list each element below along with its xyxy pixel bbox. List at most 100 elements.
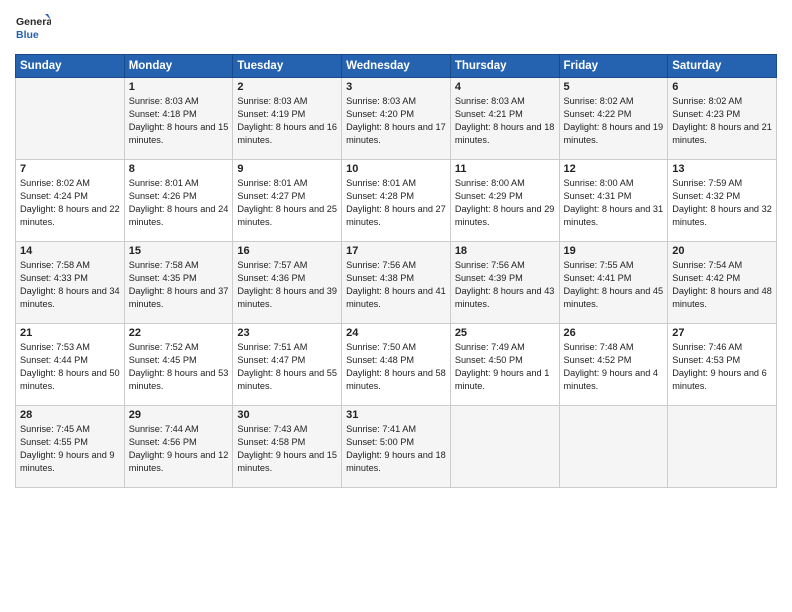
day-number: 28: [20, 409, 120, 421]
day-number: 10: [346, 163, 446, 175]
cell-info: Sunrise: 7:43 AMSunset: 4:58 PMDaylight:…: [237, 423, 337, 475]
svg-text:General: General: [16, 16, 51, 28]
calendar-cell: 12 Sunrise: 8:00 AMSunset: 4:31 PMDayligh…: [559, 160, 668, 242]
calendar-cell: 4 Sunrise: 8:03 AMSunset: 4:21 PMDaylight…: [450, 78, 559, 160]
calendar-cell: 28 Sunrise: 7:45 AMSunset: 4:55 PMDayligh…: [16, 406, 125, 488]
calendar-cell: 1Sunrise: 8:03 AMSunset: 4:18 PMDaylight…: [124, 78, 233, 160]
day-number: 30: [237, 409, 337, 421]
header-cell-sunday: Sunday: [16, 55, 125, 78]
day-number: 18: [455, 245, 555, 257]
day-number: 7: [20, 163, 120, 175]
cell-info: Sunrise: 7:57 AMSunset: 4:36 PMDaylight:…: [237, 259, 337, 311]
calendar-table: SundayMondayTuesdayWednesdayThursdayFrid…: [15, 54, 777, 488]
day-number: 25: [455, 327, 555, 339]
cell-info: Sunrise: 8:01 AMSunset: 4:27 PMDaylight:…: [237, 177, 337, 229]
cell-info: Sunrise: 7:49 AMSunset: 4:50 PMDaylight:…: [455, 341, 555, 393]
logo-svg: General Blue: [15, 10, 51, 46]
cell-info: Sunrise: 7:56 AMSunset: 4:38 PMDaylight:…: [346, 259, 446, 311]
calendar-cell: 8Sunrise: 8:01 AMSunset: 4:26 PMDaylight…: [124, 160, 233, 242]
header-cell-saturday: Saturday: [668, 55, 777, 78]
day-number: 17: [346, 245, 446, 257]
cell-info: Sunrise: 7:59 AMSunset: 4:32 PMDaylight:…: [672, 177, 772, 229]
day-number: 8: [129, 163, 229, 175]
day-number: 23: [237, 327, 337, 339]
week-row-2: 7 Sunrise: 8:02 AMSunset: 4:24 PMDaylight…: [16, 160, 777, 242]
calendar-cell: 29Sunrise: 7:44 AMSunset: 4:56 PMDayligh…: [124, 406, 233, 488]
cell-info: Sunrise: 8:03 AMSunset: 4:18 PMDaylight:…: [129, 95, 229, 147]
calendar-cell: 17 Sunrise: 7:56 AMSunset: 4:38 PMDayligh…: [342, 242, 451, 324]
day-number: 9: [237, 163, 337, 175]
calendar-cell: 6 Sunrise: 8:02 AMSunset: 4:23 PMDaylight…: [668, 78, 777, 160]
day-number: 6: [672, 81, 772, 93]
svg-text:Blue: Blue: [16, 29, 39, 41]
day-number: 14: [20, 245, 120, 257]
day-number: 24: [346, 327, 446, 339]
cell-info: Sunrise: 8:00 AMSunset: 4:31 PMDaylight:…: [564, 177, 664, 229]
calendar-cell: 15Sunrise: 7:58 AMSunset: 4:35 PMDayligh…: [124, 242, 233, 324]
calendar-cell: [668, 406, 777, 488]
header-cell-friday: Friday: [559, 55, 668, 78]
calendar-cell: 3Sunrise: 8:03 AMSunset: 4:20 PMDaylight…: [342, 78, 451, 160]
cell-info: Sunrise: 7:54 AMSunset: 4:42 PMDaylight:…: [672, 259, 772, 311]
cell-info: Sunrise: 8:02 AMSunset: 4:23 PMDaylight:…: [672, 95, 772, 147]
calendar-cell: 26Sunrise: 7:48 AMSunset: 4:52 PMDayligh…: [559, 324, 668, 406]
cell-info: Sunrise: 7:41 AMSunset: 5:00 PMDaylight:…: [346, 423, 446, 475]
calendar-cell: [559, 406, 668, 488]
calendar-cell: 5 Sunrise: 8:02 AMSunset: 4:22 PMDaylight…: [559, 78, 668, 160]
calendar-cell: 2Sunrise: 8:03 AMSunset: 4:19 PMDaylight…: [233, 78, 342, 160]
cell-info: Sunrise: 7:50 AMSunset: 4:48 PMDaylight:…: [346, 341, 446, 393]
day-number: 11: [455, 163, 555, 175]
cell-info: Sunrise: 7:51 AMSunset: 4:47 PMDaylight:…: [237, 341, 337, 393]
day-number: 20: [672, 245, 772, 257]
calendar-cell: 22Sunrise: 7:52 AMSunset: 4:45 PMDayligh…: [124, 324, 233, 406]
header-cell-thursday: Thursday: [450, 55, 559, 78]
calendar-cell: 21Sunrise: 7:53 AMSunset: 4:44 PMDayligh…: [16, 324, 125, 406]
day-number: 19: [564, 245, 664, 257]
calendar-cell: 14 Sunrise: 7:58 AMSunset: 4:33 PMDayligh…: [16, 242, 125, 324]
week-row-4: 21Sunrise: 7:53 AMSunset: 4:44 PMDayligh…: [16, 324, 777, 406]
calendar-cell: 7 Sunrise: 8:02 AMSunset: 4:24 PMDaylight…: [16, 160, 125, 242]
calendar-cell: 19 Sunrise: 7:55 AMSunset: 4:41 PMDayligh…: [559, 242, 668, 324]
calendar-cell: 23 Sunrise: 7:51 AMSunset: 4:47 PMDayligh…: [233, 324, 342, 406]
day-number: 31: [346, 409, 446, 421]
day-number: 29: [129, 409, 229, 421]
header: General Blue: [15, 10, 777, 46]
day-number: 5: [564, 81, 664, 93]
header-cell-wednesday: Wednesday: [342, 55, 451, 78]
calendar-cell: 31 Sunrise: 7:41 AMSunset: 5:00 PMDayligh…: [342, 406, 451, 488]
cell-info: Sunrise: 7:48 AMSunset: 4:52 PMDaylight:…: [564, 341, 664, 393]
cell-info: Sunrise: 7:55 AMSunset: 4:41 PMDaylight:…: [564, 259, 664, 311]
calendar-cell: [16, 78, 125, 160]
day-number: 13: [672, 163, 772, 175]
day-number: 4: [455, 81, 555, 93]
logo: General Blue: [15, 10, 51, 46]
calendar-cell: 27Sunrise: 7:46 AMSunset: 4:53 PMDayligh…: [668, 324, 777, 406]
calendar-cell: 18 Sunrise: 7:56 AMSunset: 4:39 PMDayligh…: [450, 242, 559, 324]
calendar-cell: 20 Sunrise: 7:54 AMSunset: 4:42 PMDayligh…: [668, 242, 777, 324]
page-container: General Blue SundayMondayTuesdayWednesda…: [0, 0, 792, 498]
calendar-body: 1Sunrise: 8:03 AMSunset: 4:18 PMDaylight…: [16, 78, 777, 488]
cell-info: Sunrise: 7:56 AMSunset: 4:39 PMDaylight:…: [455, 259, 555, 311]
cell-info: Sunrise: 8:03 AMSunset: 4:20 PMDaylight:…: [346, 95, 446, 147]
cell-info: Sunrise: 7:58 AMSunset: 4:35 PMDaylight:…: [129, 259, 229, 311]
calendar-cell: 25 Sunrise: 7:49 AMSunset: 4:50 PMDayligh…: [450, 324, 559, 406]
week-row-5: 28 Sunrise: 7:45 AMSunset: 4:55 PMDayligh…: [16, 406, 777, 488]
header-cell-monday: Monday: [124, 55, 233, 78]
calendar-header-row: SundayMondayTuesdayWednesdayThursdayFrid…: [16, 55, 777, 78]
cell-info: Sunrise: 7:58 AMSunset: 4:33 PMDaylight:…: [20, 259, 120, 311]
calendar-cell: 30 Sunrise: 7:43 AMSunset: 4:58 PMDayligh…: [233, 406, 342, 488]
cell-info: Sunrise: 7:53 AMSunset: 4:44 PMDaylight:…: [20, 341, 120, 393]
cell-info: Sunrise: 8:02 AMSunset: 4:24 PMDaylight:…: [20, 177, 120, 229]
week-row-3: 14 Sunrise: 7:58 AMSunset: 4:33 PMDayligh…: [16, 242, 777, 324]
calendar-cell: 16Sunrise: 7:57 AMSunset: 4:36 PMDayligh…: [233, 242, 342, 324]
cell-info: Sunrise: 8:03 AMSunset: 4:19 PMDaylight:…: [237, 95, 337, 147]
cell-info: Sunrise: 8:02 AMSunset: 4:22 PMDaylight:…: [564, 95, 664, 147]
cell-info: Sunrise: 8:03 AMSunset: 4:21 PMDaylight:…: [455, 95, 555, 147]
cell-info: Sunrise: 7:45 AMSunset: 4:55 PMDaylight:…: [20, 423, 120, 475]
day-number: 12: [564, 163, 664, 175]
cell-info: Sunrise: 7:46 AMSunset: 4:53 PMDaylight:…: [672, 341, 772, 393]
calendar-cell: 24 Sunrise: 7:50 AMSunset: 4:48 PMDayligh…: [342, 324, 451, 406]
week-row-1: 1Sunrise: 8:03 AMSunset: 4:18 PMDaylight…: [16, 78, 777, 160]
calendar-cell: [450, 406, 559, 488]
cell-info: Sunrise: 8:01 AMSunset: 4:28 PMDaylight:…: [346, 177, 446, 229]
